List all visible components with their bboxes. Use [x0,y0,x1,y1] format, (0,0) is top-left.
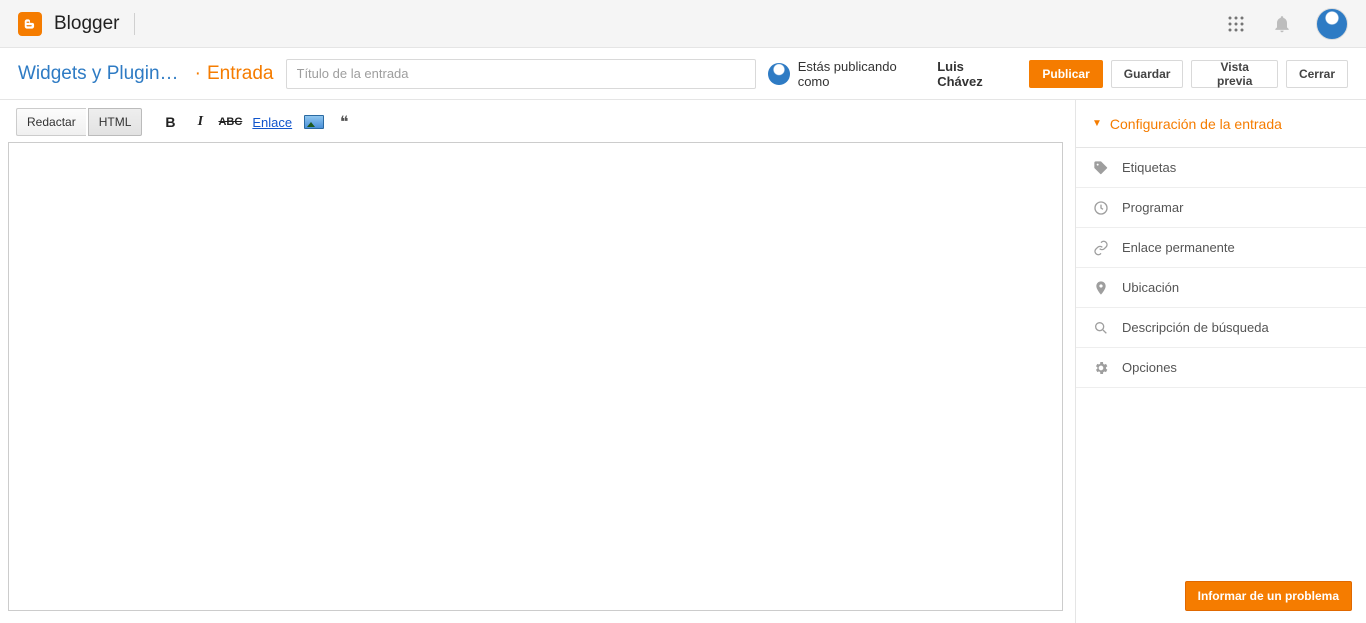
sidebar-item-label: Etiquetas [1122,160,1176,175]
location-pin-icon [1092,279,1110,297]
strikethrough-button[interactable]: ABC [216,109,244,135]
italic-button[interactable]: I [186,109,214,135]
topbar: Blogger [0,0,1366,48]
vertical-divider [134,13,135,35]
sidebar-item-labels[interactable]: Etiquetas [1076,148,1366,188]
publish-button[interactable]: Publicar [1029,60,1102,88]
preview-button[interactable]: Vista previa [1191,60,1278,88]
apps-grid-icon[interactable] [1222,10,1250,38]
image-icon [304,115,324,129]
image-button[interactable] [300,109,328,135]
compose-mode-button[interactable]: Redactar [16,108,86,136]
italic-icon: I [198,114,203,130]
sidebar-item-label: Ubicación [1122,280,1179,295]
tag-icon [1092,159,1110,177]
quote-button[interactable]: ❝ [330,109,358,135]
post-settings-sidebar: ▼ Configuración de la entrada Etiquetas … [1076,100,1366,623]
sidebar-item-location[interactable]: Ubicación [1076,268,1366,308]
link-button[interactable]: Enlace [246,115,298,130]
main-area: Redactar HTML B I ABC Enlace ❝ ▼ Configu… [0,100,1366,623]
page-title: Entrada [207,63,274,85]
post-body-editor[interactable] [8,142,1063,611]
sidebar-item-options[interactable]: Opciones [1076,348,1366,388]
bold-button[interactable]: B [156,109,184,135]
user-avatar[interactable] [1316,8,1348,40]
editor-toolbar: Redactar HTML B I ABC Enlace ❝ [8,106,1063,142]
blog-name-link[interactable]: Widgets y Plugins ... [18,63,187,85]
search-icon [1092,319,1110,337]
notifications-bell-icon[interactable] [1268,10,1296,38]
editor-column: Redactar HTML B I ABC Enlace ❝ [0,100,1076,623]
action-buttons: Publicar Guardar Vista previa Cerrar [1029,60,1348,88]
blogger-logo-icon[interactable] [18,12,42,36]
posting-as-text: Estás publicando como [798,59,930,89]
save-button[interactable]: Guardar [1111,60,1184,88]
breadcrumb-separator: · [195,63,201,85]
gear-icon [1092,359,1110,377]
clock-icon [1092,199,1110,217]
sidebar-item-label: Programar [1122,200,1183,215]
close-button[interactable]: Cerrar [1286,60,1348,88]
sidebar-item-label: Opciones [1122,360,1177,375]
sidebar-item-label: Descripción de búsqueda [1122,320,1269,335]
user-avatar-small [768,63,790,85]
collapse-arrow-icon: ▼ [1092,118,1102,129]
strikethrough-icon: ABC [218,116,242,128]
html-mode-button[interactable]: HTML [88,108,143,136]
posting-as-label: Estás publicando como Luis Chávez [768,59,1011,89]
username-label: Luis Chávez [937,59,1011,89]
brand-label: Blogger [54,13,120,35]
sidebar-item-label: Enlace permanente [1122,240,1235,255]
report-problem-button[interactable]: Informar de un problema [1185,581,1352,611]
bold-icon: B [165,114,175,130]
sidebar-item-permalink[interactable]: Enlace permanente [1076,228,1366,268]
link-icon [1092,239,1110,257]
post-title-input[interactable] [286,59,757,89]
sidebar-item-schedule[interactable]: Programar [1076,188,1366,228]
sidebar-header[interactable]: ▼ Configuración de la entrada [1076,100,1366,148]
page-header: Widgets y Plugins ... · Entrada Estás pu… [0,48,1366,100]
sidebar-header-label: Configuración de la entrada [1110,116,1282,132]
quote-icon: ❝ [340,112,349,132]
sidebar-item-search-description[interactable]: Descripción de búsqueda [1076,308,1366,348]
